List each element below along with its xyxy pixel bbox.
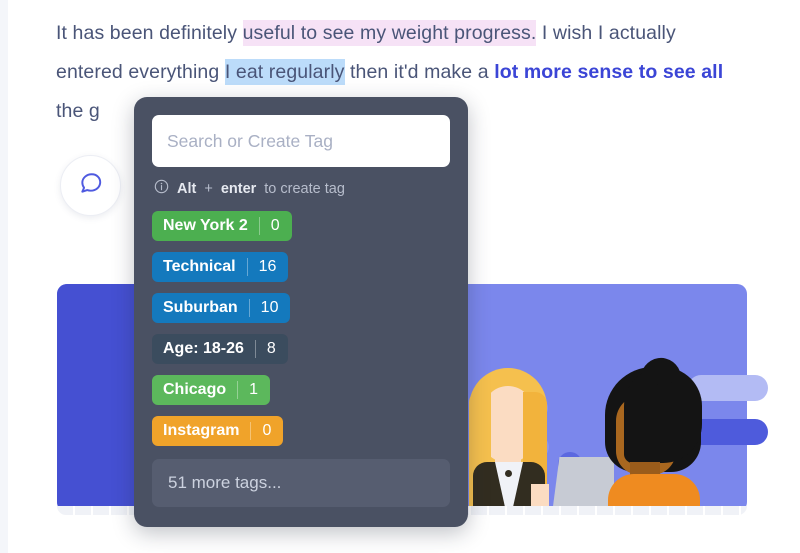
tag-chip-count: 8 [254, 340, 288, 358]
tag-chip-label: Age: 18-26 [163, 340, 244, 357]
tag-chip-label: Technical [163, 258, 236, 275]
more-tags-label: 51 more tags... [168, 473, 282, 492]
tag-chip-count: 10 [248, 299, 291, 317]
paragraph-text-segment-3: then it'd make a [344, 61, 495, 83]
illustration-woman-button [505, 470, 512, 477]
tag-chip[interactable]: Instagram 0 [152, 416, 284, 446]
hint-suffix: to create tag [264, 180, 345, 197]
more-tags-button[interactable]: 51 more tags... [152, 459, 450, 507]
tag-picker-panel: Alt + enter to create tag New York 2 0 Tec… [134, 97, 468, 527]
tag-chip-count: 0 [258, 217, 292, 235]
left-edge-rail [0, 0, 8, 553]
tag-chip[interactable]: New York 2 0 [152, 211, 292, 241]
pink-highlight-text: useful to see my weight progress. [242, 20, 537, 46]
tag-list: New York 2 0 Technical 16 Suburban 10 Age: 18-… [152, 211, 450, 446]
tag-chip[interactable]: Chicago 1 [152, 375, 271, 405]
tag-chip[interactable]: Age: 18-26 8 [152, 334, 288, 364]
create-tag-hint: Alt + enter to create tag [154, 179, 450, 198]
comment-bubble-icon [78, 170, 104, 201]
paragraph-text-segment-4: the g [56, 100, 100, 122]
tag-chip-label: New York 2 [163, 217, 248, 234]
paragraph-text-segment-1: It has been definitely [56, 22, 243, 44]
hint-plus: + [204, 180, 213, 197]
tag-chip-count: 0 [250, 422, 283, 440]
tag-search-input[interactable] [152, 115, 450, 167]
hint-key-alt: Alt [177, 180, 197, 197]
info-icon [154, 179, 169, 198]
tag-chip-count: 16 [246, 258, 289, 276]
tag-chip[interactable]: Suburban 10 [152, 293, 291, 323]
tag-chip-count: 1 [237, 381, 270, 399]
hint-key-enter: enter [220, 180, 257, 197]
tag-chip[interactable]: Technical 16 [152, 252, 289, 282]
add-comment-button[interactable] [60, 155, 121, 216]
illustration-left-band [57, 284, 138, 512]
tag-chip-label: Instagram [163, 422, 240, 439]
inline-link[interactable]: lot more sense to see all [494, 61, 723, 83]
tag-chip-label: Suburban [163, 299, 238, 316]
blue-highlight-text: I eat regularly [224, 59, 345, 85]
tag-chip-label: Chicago [163, 381, 227, 398]
